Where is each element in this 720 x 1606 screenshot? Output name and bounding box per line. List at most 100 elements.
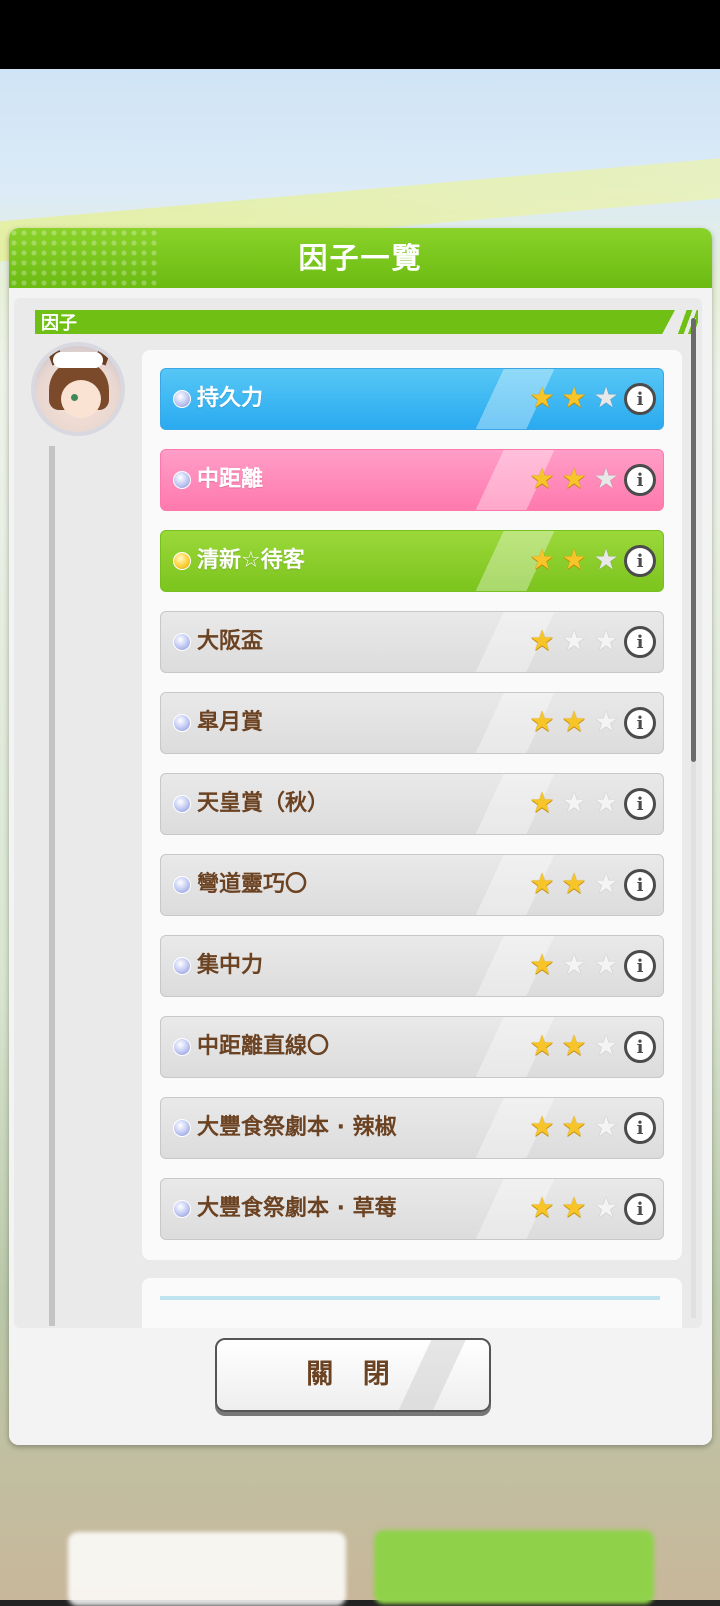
factor-row[interactable]: 天皇賞（秋） ★ ★ ★ i [160,773,664,835]
factor-label: 清新☆待客 [197,548,305,573]
star-empty-icon: ★ [593,786,619,819]
close-button[interactable]: 關 閉 [215,1338,491,1412]
factor-label: 中距離 [197,467,264,492]
factor-star-rating: ★ ★ ★ [527,788,621,818]
info-icon[interactable]: i [624,869,656,901]
close-button-label: 關 閉 [306,1359,400,1390]
factor-type-dot-icon [173,390,191,408]
background-left-button [68,1532,346,1606]
factor-row[interactable]: 中距離直線〇 ★ ★ ★ i [160,1016,664,1078]
star-filled-icon: ★ [561,1191,587,1224]
info-icon[interactable]: i [624,707,656,739]
star-empty-icon: ★ [593,462,619,495]
info-icon[interactable]: i [624,1031,656,1063]
star-filled-icon: ★ [529,462,555,495]
factor-label: 大豐食祭劇本 · 草莓 [197,1196,397,1221]
avatar-eye [71,394,78,401]
star-empty-icon: ★ [593,867,619,900]
star-filled-icon: ★ [561,543,587,576]
factor-label: 集中力 [197,953,264,978]
factor-row[interactable]: 集中力 ★ ★ ★ i [160,935,664,997]
star-filled-icon: ★ [529,1029,555,1062]
star-filled-icon: ★ [529,543,555,576]
info-icon[interactable]: i [624,788,656,820]
status-bar [0,0,720,69]
dialog-title: 因子一覽 [298,241,423,275]
factor-label: 大阪盃 [197,629,264,654]
factor-star-rating: ★ ★ ★ [527,383,621,413]
factor-label: 天皇賞（秋） [197,791,330,816]
star-filled-icon: ★ [529,786,555,819]
star-empty-icon: ★ [593,705,619,738]
factor-star-rating: ★ ★ ★ [527,1112,621,1142]
scrollbar-thumb[interactable] [691,318,696,762]
star-empty-icon: ★ [593,948,619,981]
factor-type-dot-icon [173,714,191,732]
factor-row[interactable]: 大阪盃 ★ ★ ★ i [160,611,664,673]
factor-row[interactable]: 彎道靈巧〇 ★ ★ ★ i [160,854,664,916]
factor-type-dot-icon [173,471,191,489]
star-filled-icon: ★ [529,624,555,657]
info-icon[interactable]: i [624,626,656,658]
info-icon[interactable]: i [624,1112,656,1144]
star-filled-icon: ★ [529,948,555,981]
star-empty-icon: ★ [593,624,619,657]
factor-star-rating: ★ ★ ★ [527,707,621,737]
factor-star-rating: ★ ★ ★ [527,1193,621,1223]
factor-label: 中距離直線〇 [197,1034,330,1059]
star-filled-icon: ★ [561,1029,587,1062]
info-icon[interactable]: i [624,950,656,982]
second-factor-card [142,1278,682,1328]
factor-row[interactable]: 大豐食祭劇本 · 草莓 ★ ★ ★ i [160,1178,664,1240]
star-empty-icon: ★ [561,786,587,819]
factor-star-rating: ★ ★ ★ [527,869,621,899]
star-filled-icon: ★ [561,867,587,900]
background-right-button [374,1530,654,1604]
star-filled-icon: ★ [529,705,555,738]
factor-type-dot-icon [173,1119,191,1137]
star-empty-icon: ★ [593,1191,619,1224]
factor-star-rating: ★ ★ ★ [527,950,621,980]
star-empty-icon: ★ [593,381,619,414]
star-empty-icon: ★ [593,1029,619,1062]
star-empty-icon: ★ [593,1110,619,1143]
avatar-headpiece [53,352,103,368]
section-header-bar: 因子 [35,310,675,334]
factor-row[interactable]: 清新☆待客 ★ ★ ★ i [160,530,664,592]
factor-type-dot-icon [173,552,191,570]
factor-type-dot-icon [173,957,191,975]
factor-star-rating: ★ ★ ★ [527,464,621,494]
factor-list-dialog: 因子一覽 因子 持久力 ★ ★ ★ i 中距離 ★ ★ ★ i 清新☆待客 ★ ★ ★ i 大阪盃 ★ ★ ★ i 皐月… [9,228,712,1445]
second-card-first-row-edge [160,1296,660,1300]
info-icon[interactable]: i [624,1193,656,1225]
factor-type-dot-icon [173,1200,191,1218]
star-filled-icon: ★ [529,381,555,414]
star-filled-icon: ★ [529,867,555,900]
factor-type-dot-icon [173,876,191,894]
star-empty-icon: ★ [593,543,619,576]
star-empty-icon: ★ [561,948,587,981]
factor-label: 皐月賞 [197,710,264,735]
lineage-connector-line [49,446,55,1326]
star-filled-icon: ★ [529,1110,555,1143]
factor-type-dot-icon [173,795,191,813]
factor-row[interactable]: 中距離 ★ ★ ★ i [160,449,664,511]
star-filled-icon: ★ [561,1110,587,1143]
factor-content-area[interactable]: 因子 持久力 ★ ★ ★ i 中距離 ★ ★ ★ i 清新☆待客 ★ ★ ★ i 大阪盃 ★ ★ ★ i 皐月賞 ★ ★ ★ i… [14,298,702,1328]
factor-star-rating: ★ ★ ★ [527,626,621,656]
factor-row[interactable]: 持久力 ★ ★ ★ i [160,368,664,430]
avatar-face [61,380,101,418]
info-icon[interactable]: i [624,383,656,415]
star-filled-icon: ★ [529,1191,555,1224]
factor-star-rating: ★ ★ ★ [527,545,621,575]
info-icon[interactable]: i [624,545,656,577]
factor-label: 大豐食祭劇本 · 辣椒 [197,1115,397,1140]
section-label: 因子 [41,313,77,334]
star-filled-icon: ★ [561,381,587,414]
factor-row[interactable]: 皐月賞 ★ ★ ★ i [160,692,664,754]
character-avatar[interactable] [31,342,125,436]
star-empty-icon: ★ [561,624,587,657]
factor-row[interactable]: 大豐食祭劇本 · 辣椒 ★ ★ ★ i [160,1097,664,1159]
factor-label: 彎道靈巧〇 [197,872,308,897]
info-icon[interactable]: i [624,464,656,496]
